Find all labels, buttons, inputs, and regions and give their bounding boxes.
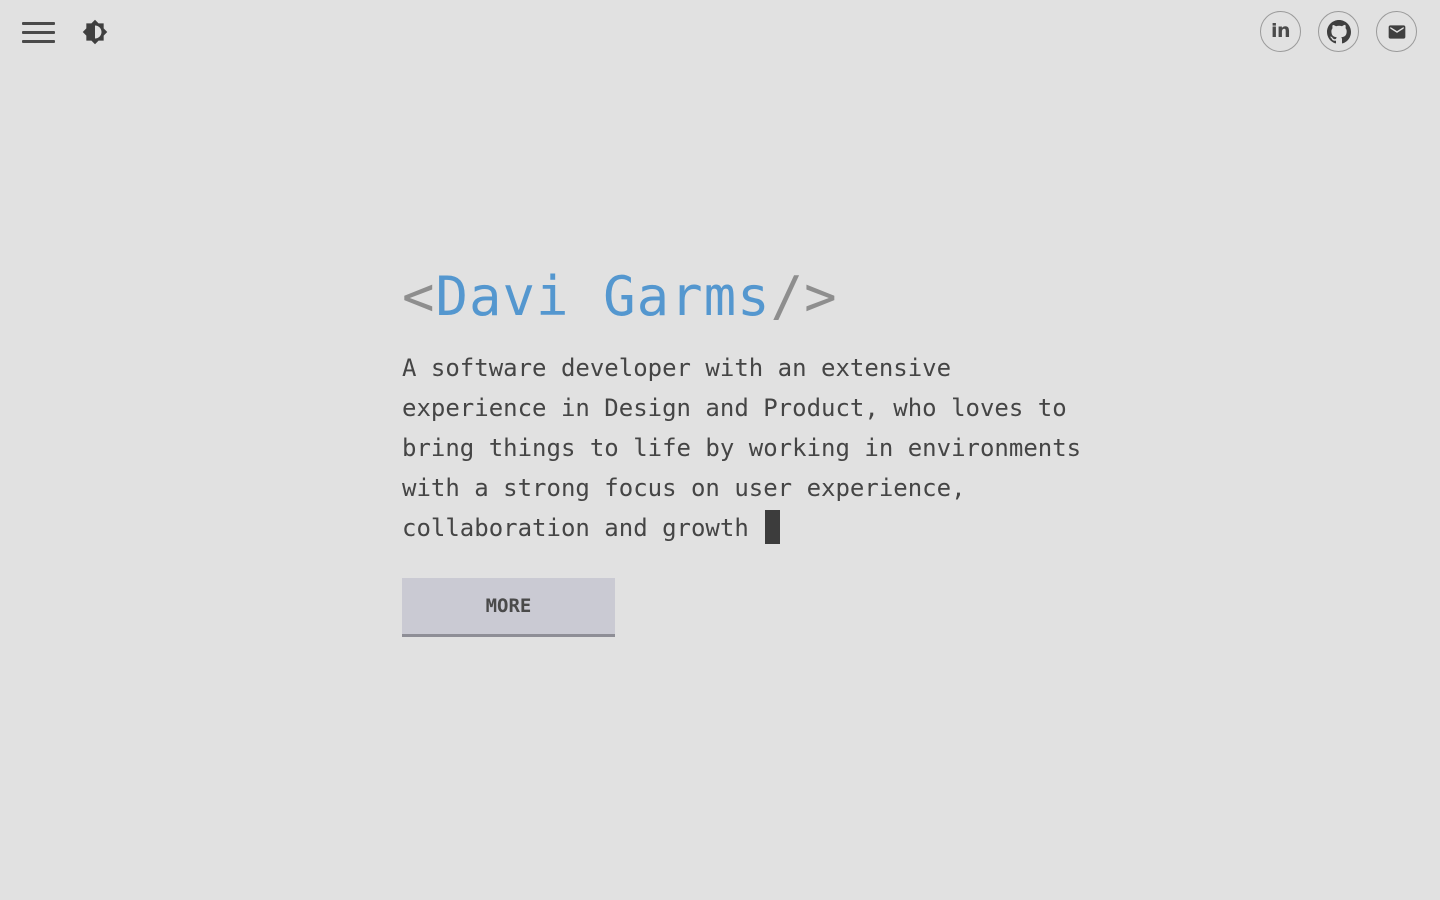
author-name: Davi Garms bbox=[435, 265, 771, 328]
github-icon bbox=[1326, 19, 1351, 43]
linkedin-button[interactable]: in bbox=[1260, 11, 1301, 52]
typing-cursor bbox=[765, 510, 781, 544]
linkedin-icon: in bbox=[1270, 20, 1291, 42]
mail-icon bbox=[1388, 24, 1405, 39]
more-button[interactable]: MORE bbox=[402, 578, 615, 637]
page-title: <Davi Garms/> bbox=[402, 262, 1082, 332]
open-bracket: < bbox=[402, 265, 436, 328]
hero-section: <Davi Garms/> A software developer with … bbox=[402, 262, 1082, 637]
brightness-contrast-icon bbox=[82, 19, 108, 45]
social-links: in bbox=[1260, 11, 1417, 52]
bio-text: A software developer with an extensive e… bbox=[402, 354, 1082, 542]
menu-bar bbox=[22, 39, 55, 43]
menu-bar bbox=[22, 21, 55, 25]
top-left-toolbar bbox=[22, 16, 110, 48]
menu-bar bbox=[22, 30, 55, 34]
github-button[interactable] bbox=[1318, 11, 1359, 52]
close-bracket: /> bbox=[770, 265, 838, 328]
email-button[interactable] bbox=[1376, 11, 1417, 52]
hamburger-menu-icon[interactable] bbox=[22, 16, 56, 48]
theme-toggle-button[interactable] bbox=[80, 17, 110, 47]
bio-paragraph: A software developer with an extensive e… bbox=[402, 348, 1082, 548]
